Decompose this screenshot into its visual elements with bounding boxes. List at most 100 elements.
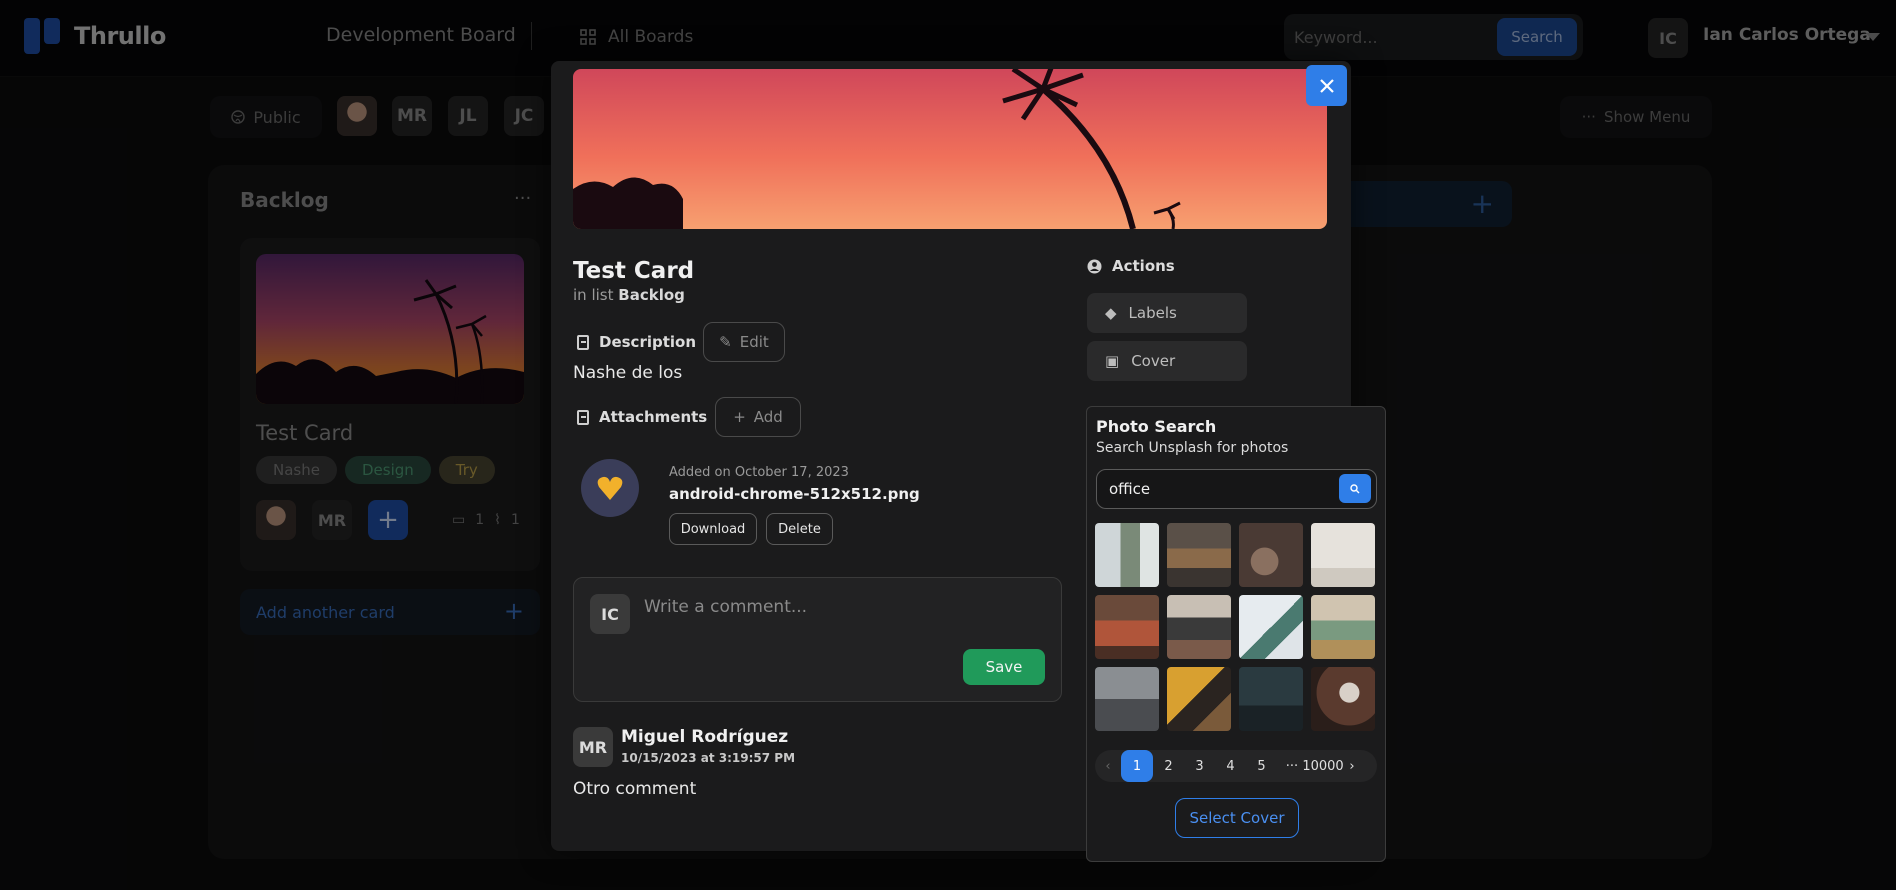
prev-page-button[interactable]: ‹ <box>1095 750 1121 782</box>
comment-author: Miguel Rodríguez <box>621 727 789 747</box>
in-list-name: Backlog <box>618 286 685 304</box>
comment-input[interactable] <box>644 594 1044 620</box>
card-list-info: in list Backlog <box>573 286 685 304</box>
photo-thumbnail[interactable] <box>1095 667 1159 731</box>
page-button[interactable]: 5 <box>1246 750 1277 782</box>
show-menu-button[interactable]: ··· Show Menu <box>1560 96 1712 138</box>
avatar: MR <box>573 727 613 767</box>
actions-label: Actions <box>1112 257 1175 275</box>
card-title: Test Card <box>256 421 354 445</box>
member-avatar[interactable]: MR <box>392 96 432 136</box>
attachments-section: Attachments <box>577 408 707 426</box>
edit-description-button[interactable]: ✎ Edit <box>703 322 785 362</box>
page-button[interactable]: 4 <box>1215 750 1246 782</box>
photo-thumbnail[interactable] <box>1167 523 1231 587</box>
user-circle-icon <box>1087 259 1102 273</box>
photo-thumbnail[interactable] <box>1095 523 1159 587</box>
next-page-button[interactable]: › <box>1339 750 1365 782</box>
photo-thumbnail[interactable] <box>1239 667 1303 731</box>
photo-thumbnail[interactable] <box>1167 595 1231 659</box>
list-menu-icon[interactable]: ··· <box>514 188 531 209</box>
plus-icon: + <box>503 597 524 625</box>
description-label: Description <box>599 333 697 351</box>
cover-button[interactable]: ▣ Cover <box>1087 341 1247 381</box>
user-name[interactable]: Ian Carlos Ortega <box>1703 25 1871 45</box>
search-input[interactable] <box>1294 24 1484 50</box>
card-meta: ▭ 1 ⌇ 1 <box>452 512 520 528</box>
search-button[interactable]: Search <box>1497 18 1577 56</box>
photo-thumbnail[interactable] <box>1095 595 1159 659</box>
card-members: MR + <box>256 500 408 540</box>
member-avatar-photo[interactable] <box>337 96 377 136</box>
add-attachment-button[interactable]: + Add <box>715 397 801 437</box>
photo-thumbnail[interactable] <box>1311 595 1375 659</box>
avatar: IC <box>590 594 630 634</box>
page-button[interactable]: 10000 <box>1302 750 1343 782</box>
plus-icon: + <box>1470 187 1494 220</box>
page-button[interactable]: 3 <box>1184 750 1215 782</box>
attachment-date: Added on October 17, 2023 <box>669 465 849 480</box>
label-chip: Nashe <box>256 456 337 484</box>
heart-icon <box>597 476 623 500</box>
label-chip: Try <box>438 456 495 484</box>
search-bar: Search <box>1284 14 1583 60</box>
board-card[interactable]: Test Card Nashe Design Try MR + ▭ 1 ⌇ 1 <box>240 238 540 571</box>
app-logo[interactable]: Thrullo <box>24 18 166 54</box>
photo-thumbnail[interactable] <box>1311 523 1375 587</box>
add-card-button[interactable]: Add another card + <box>240 589 540 635</box>
photo-thumbnail[interactable] <box>1239 523 1303 587</box>
card-labels: Nashe Design Try <box>256 456 495 484</box>
photo-thumbnail[interactable] <box>1167 667 1231 731</box>
plus-icon: + <box>733 408 746 426</box>
comment-count: 1 <box>475 512 485 528</box>
save-comment-button[interactable]: Save <box>963 649 1045 685</box>
search-icon <box>1350 483 1360 493</box>
paperclip-icon: ⌇ <box>494 512 501 528</box>
visibility-button[interactable]: Public <box>210 96 322 138</box>
page-button[interactable]: 1 <box>1121 750 1153 782</box>
page-button[interactable]: 2 <box>1153 750 1184 782</box>
download-button[interactable]: Download <box>669 513 757 545</box>
all-boards-button[interactable]: All Boards <box>562 16 711 58</box>
add-list-button[interactable]: + <box>1340 181 1512 227</box>
member-avatar[interactable]: JL <box>448 96 488 136</box>
member-avatar-photo <box>256 500 296 540</box>
popup-subtitle: Search Unsplash for photos <box>1096 440 1289 456</box>
document-icon <box>577 334 589 350</box>
logo-icon <box>24 18 64 54</box>
chevron-down-icon[interactable] <box>1866 33 1880 41</box>
labels-label: Labels <box>1128 304 1177 322</box>
select-cover-button[interactable]: Select Cover <box>1175 798 1299 838</box>
comment-icon: ▭ <box>452 512 466 528</box>
document-icon <box>577 409 589 425</box>
photo-search-bar <box>1096 469 1377 509</box>
photo-search-button[interactable] <box>1339 474 1371 503</box>
divider <box>531 22 532 50</box>
cover-label: Cover <box>1131 352 1176 370</box>
member-avatar[interactable]: JC <box>504 96 544 136</box>
tag-icon: ◆ <box>1105 304 1117 322</box>
board-title: Development Board <box>326 24 516 46</box>
app-name: Thrullo <box>74 22 166 50</box>
delete-button[interactable]: Delete <box>766 513 833 545</box>
photo-thumbnail[interactable] <box>1239 595 1303 659</box>
card-cover-image <box>573 69 1327 229</box>
photo-thumbnail[interactable] <box>1311 667 1375 731</box>
description-text: Nashe de los <box>573 363 683 383</box>
attachment-file-name: android-chrome-512x512.png <box>669 485 920 503</box>
card-title: Test Card <box>573 258 695 284</box>
attachments-label: Attachments <box>599 408 708 426</box>
add-member-button[interactable]: + <box>368 500 408 540</box>
photo-search-input[interactable] <box>1109 478 1329 500</box>
all-boards-label: All Boards <box>608 27 694 47</box>
attachment-count: 1 <box>511 512 520 528</box>
user-avatar[interactable]: IC <box>1648 18 1688 58</box>
close-button[interactable] <box>1306 65 1347 106</box>
labels-button[interactable]: ◆ Labels <box>1087 293 1247 333</box>
member-avatar: MR <box>312 500 352 540</box>
pencil-icon: ✎ <box>719 333 732 351</box>
image-icon: ▣ <box>1105 352 1120 370</box>
label-chip: Design <box>344 456 431 484</box>
globe-icon <box>231 110 246 124</box>
attachment-thumbnail <box>581 459 639 517</box>
